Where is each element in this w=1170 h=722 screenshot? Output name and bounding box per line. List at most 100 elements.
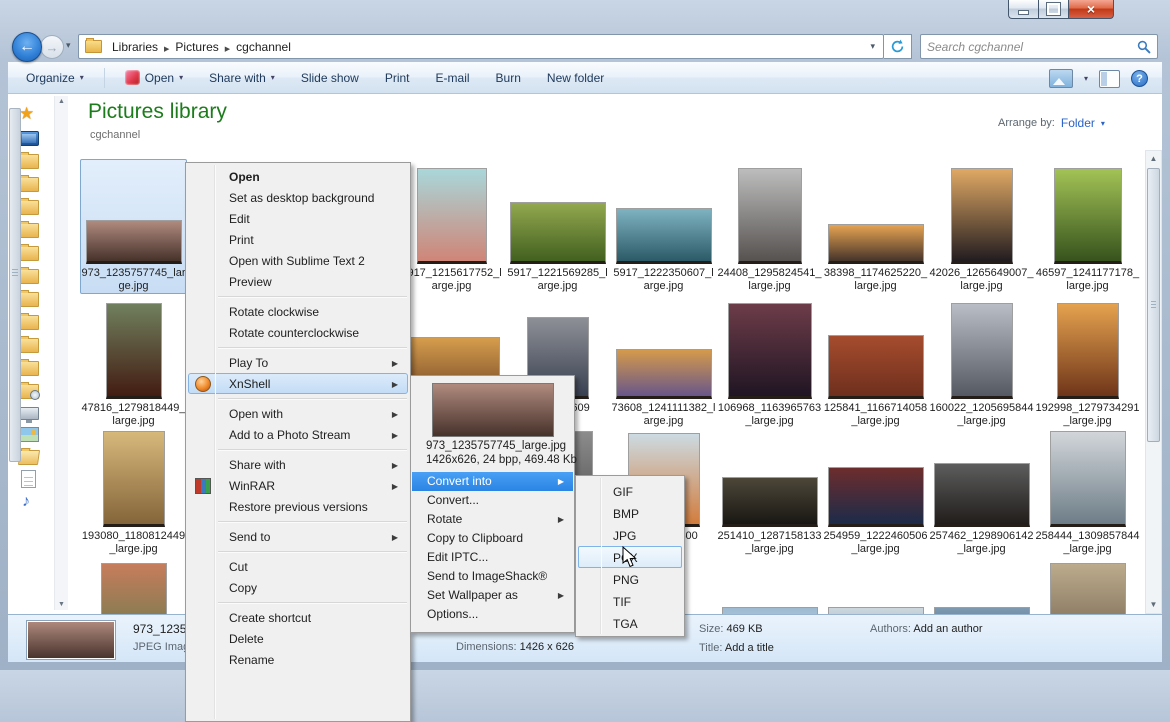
context-menu-item-send-to[interactable]: Send to▶ <box>188 526 408 547</box>
toolbar-burn[interactable]: Burn <box>496 71 521 85</box>
desktop-icon[interactable] <box>19 131 39 146</box>
xnshell-menu-item-copy-to-clipboard[interactable]: Copy to Clipboard <box>412 529 573 548</box>
grid-item-258444-1309857844-large-jpg[interactable]: 258444_1309857844_large.jpg <box>1034 422 1141 557</box>
toolbar-e-mail[interactable]: E-mail <box>436 71 470 85</box>
xnshell-menu-item-rotate[interactable]: Rotate▶ <box>412 510 573 529</box>
convert-format-jpg[interactable]: JPG <box>578 524 682 546</box>
toolbar-open[interactable]: Open▾ <box>125 70 183 85</box>
context-menu-item-open-with-sublime-text-2[interactable]: Open with Sublime Text 2 <box>188 250 408 271</box>
convert-format-gif[interactable]: GIF <box>578 480 682 502</box>
thumbnail-image <box>510 202 606 264</box>
views-icon[interactable] <box>1049 69 1073 88</box>
xnshell-menu-item-convert[interactable]: Convert... <box>412 491 573 510</box>
convert-format-png[interactable]: PNG <box>578 568 682 590</box>
preview-pane-icon[interactable] <box>1099 70 1120 88</box>
context-menu-item-restore-previous-versions[interactable]: Restore previous versions <box>188 496 408 517</box>
scrollbar-thumb[interactable] <box>1147 168 1160 442</box>
grid-item-73608-1241111382-large-jpg[interactable]: 73608_1241111382_large.jpg <box>610 294 717 429</box>
close-button[interactable]: × <box>1068 0 1114 19</box>
grid-item-973-1235757745-large-jpg[interactable]: 973_1235757745_large.jpg <box>80 159 187 294</box>
folder-icon[interactable] <box>19 338 39 353</box>
folder-icon[interactable] <box>19 269 39 284</box>
folder-icon[interactable] <box>19 315 39 330</box>
help-icon[interactable]: ? <box>1131 70 1148 87</box>
recent-icon[interactable] <box>19 384 39 399</box>
context-menu-item-delete[interactable]: Delete <box>188 628 408 649</box>
grid-item-125841-1166714058-large-jpg[interactable]: 125841_1166714058_large.jpg <box>822 294 929 429</box>
context-menu-item-copy[interactable]: Copy <box>188 577 408 598</box>
grid-item-106968-1163965763-large-jpg[interactable]: 106968_1163965763_large.jpg <box>716 294 823 429</box>
context-menu-item-edit[interactable]: Edit <box>188 208 408 229</box>
xnshell-menu-item-send-to-imageshack[interactable]: Send to ImageShack® <box>412 567 573 586</box>
folder-open-icon[interactable] <box>18 450 40 465</box>
context-menu-item-cut[interactable]: Cut <box>188 556 408 577</box>
context-menu-item-set-as-desktop-background[interactable]: Set as desktop background <box>188 187 408 208</box>
maximize-button[interactable] <box>1038 0 1068 19</box>
minimize-button[interactable] <box>1008 0 1038 19</box>
image-icon[interactable] <box>19 427 39 442</box>
context-menu-item-create-shortcut[interactable]: Create shortcut <box>188 607 408 628</box>
folder-icon[interactable] <box>19 361 39 376</box>
toolbar-slide-show[interactable]: Slide show <box>301 71 359 85</box>
computer-icon[interactable] <box>19 407 39 420</box>
folder-icon[interactable] <box>19 223 39 238</box>
grid-item-257462-1298906142-large-jpg[interactable]: 257462_1298906142_large.jpg <box>928 422 1035 557</box>
folder-icon[interactable] <box>19 246 39 261</box>
folder-icon[interactable] <box>19 154 39 169</box>
context-menu-item-print[interactable]: Print <box>188 229 408 250</box>
context-menu-item-rotate-clockwise[interactable]: Rotate clockwise <box>188 301 408 322</box>
music-icon[interactable] <box>19 493 37 511</box>
xnshell-menu-item-options[interactable]: Options... <box>412 605 573 624</box>
grid-item-42026-1265649007-large-jpg[interactable]: 42026_1265649007_large.jpg <box>928 159 1035 294</box>
sidebar-scrollbar-thumb[interactable] <box>9 108 21 462</box>
toolbar-organize[interactable]: Organize▾ <box>26 71 84 85</box>
grid-item-24408-1295824541-large-jpg[interactable]: 24408_1295824541_large.jpg <box>716 159 823 294</box>
context-menu-item-add-to-a-photo-stream[interactable]: Add to a Photo Stream▶ <box>188 424 408 445</box>
vertical-scrollbar[interactable]: ▲ ▼ <box>1145 150 1162 614</box>
grid-item-192998-1279734291-large-jpg[interactable]: 192998_1279734291_large.jpg <box>1034 294 1141 429</box>
sidebar-scrollbar[interactable]: ▲ ▼ <box>54 96 68 610</box>
scroll-down-icon[interactable]: ▼ <box>1146 597 1161 613</box>
folder-icon[interactable] <box>19 177 39 192</box>
folder-icon[interactable] <box>19 200 39 215</box>
context-menu-item-winrar[interactable]: WinRAR▶ <box>188 475 408 496</box>
convert-format-tga[interactable]: TGA <box>578 612 682 634</box>
toolbar-new-folder[interactable]: New folder <box>547 71 604 85</box>
context-menu-item-rename[interactable]: Rename <box>188 649 408 670</box>
context-menu-item-open[interactable]: Open <box>188 166 408 187</box>
grid-item-38398-1174625220-large-jpg[interactable]: 38398_1174625220_large.jpg <box>822 159 929 294</box>
grid-item-193080-1180812449-large-jpg[interactable]: 193080_1180812449_large.jpg <box>80 422 187 557</box>
toolbar-share-with[interactable]: Share with▾ <box>209 71 275 85</box>
forward-button[interactable]: → <box>40 35 64 59</box>
xnshell-menu-item-set-wallpaper-as[interactable]: Set Wallpaper as▶ <box>412 586 573 605</box>
arrange-by-dropdown-icon[interactable]: ▾ <box>1101 119 1105 128</box>
grid-item-251410-1287158133-large-jpg[interactable]: 251410_1287158133_large.jpg <box>716 422 823 557</box>
context-menu-item-preview[interactable]: Preview <box>188 271 408 292</box>
grid-item-46597-1241177178-large-jpg[interactable]: 46597_1241177178_large.jpg <box>1034 159 1141 294</box>
grid-item-47816-1279818449-large-jpg[interactable]: 47816_1279818449_large.jpg <box>80 294 187 429</box>
context-menu-item-xnshell[interactable]: XnShell▶ <box>188 373 408 394</box>
xnshell-menu-item-convert-into[interactable]: Convert into▶ <box>412 472 573 491</box>
document-icon[interactable] <box>21 470 36 488</box>
xnshell-menu-item-edit-iptc[interactable]: Edit IPTC... <box>412 548 573 567</box>
scroll-down-icon[interactable]: ▼ <box>55 601 68 608</box>
toolbar-print[interactable]: Print <box>385 71 410 85</box>
grid-item-160022-1205695844-large-jpg[interactable]: 160022_1205695844_large.jpg <box>928 294 1035 429</box>
context-menu-item-rotate-counterclockwise[interactable]: Rotate counterclockwise <box>188 322 408 343</box>
grid-item-5917-1222350607-large-jpg[interactable]: 5917_1222350607_large.jpg <box>610 159 717 294</box>
context-menu-item-play-to[interactable]: Play To▶ <box>188 352 408 373</box>
folder-icon[interactable] <box>19 292 39 307</box>
arrange-by-value[interactable]: Folder <box>1061 116 1095 130</box>
context-menu-item-share-with[interactable]: Share with▶ <box>188 454 408 475</box>
scroll-up-icon[interactable]: ▲ <box>1146 151 1161 167</box>
convert-format-tif[interactable]: TIF <box>578 590 682 612</box>
star-icon[interactable] <box>19 105 37 123</box>
back-button[interactable]: ← <box>12 32 42 62</box>
convert-format-bmp[interactable]: BMP <box>578 502 682 524</box>
grid-item-5917-1215617752-large-jpg[interactable]: 5917_1215617752_large.jpg <box>398 159 505 294</box>
grid-item-5917-1221569285-large-jpg[interactable]: 5917_1221569285_large.jpg <box>504 159 611 294</box>
context-menu-item-open-with[interactable]: Open with▶ <box>188 403 408 424</box>
scroll-up-icon[interactable]: ▲ <box>55 98 68 105</box>
grid-item-254959-1222460506-large-jpg[interactable]: 254959_1222460506_large.jpg <box>822 422 929 557</box>
views-dropdown-icon[interactable]: ▾ <box>1084 74 1088 83</box>
